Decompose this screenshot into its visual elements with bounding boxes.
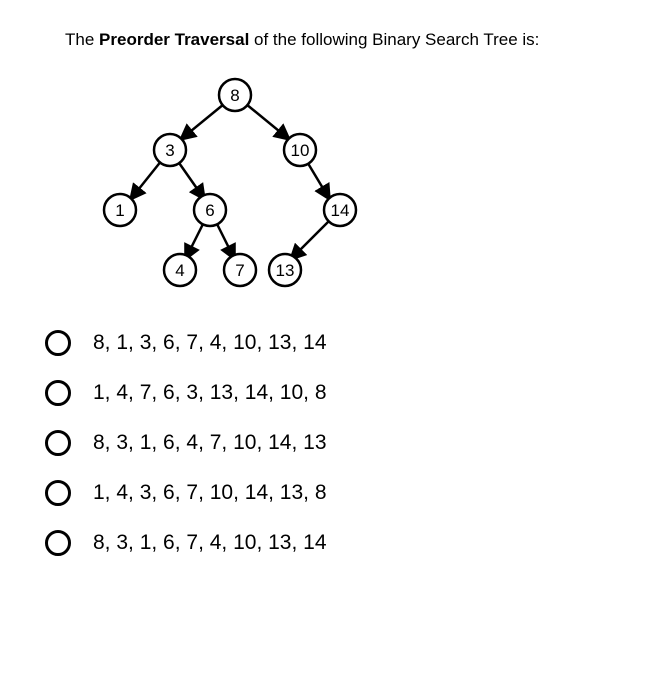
question-container: The Preorder Traversal of the following …	[0, 0, 660, 600]
option-label: 1, 4, 3, 6, 7, 10, 14, 13, 8	[93, 481, 327, 505]
node-7: 7	[224, 254, 256, 286]
prompt-pre: The	[65, 30, 99, 49]
node-6: 6	[194, 194, 226, 226]
node-10: 10	[284, 134, 316, 166]
svg-text:3: 3	[165, 141, 174, 160]
option-4[interactable]: 8, 3, 1, 6, 7, 4, 10, 13, 14	[45, 530, 620, 556]
node-4: 4	[164, 254, 196, 286]
node-13: 13	[269, 254, 301, 286]
option-label: 8, 3, 1, 6, 4, 7, 10, 14, 13	[93, 431, 327, 455]
radio-icon[interactable]	[45, 380, 71, 406]
node-14: 14	[324, 194, 356, 226]
svg-text:1: 1	[115, 201, 124, 220]
radio-icon[interactable]	[45, 530, 71, 556]
radio-icon[interactable]	[45, 430, 71, 456]
option-0[interactable]: 8, 1, 3, 6, 7, 4, 10, 13, 14	[45, 330, 620, 356]
option-1[interactable]: 1, 4, 7, 6, 3, 13, 14, 10, 8	[45, 380, 620, 406]
answer-options: 8, 1, 3, 6, 7, 4, 10, 13, 14 1, 4, 7, 6,…	[45, 330, 620, 556]
option-3[interactable]: 1, 4, 3, 6, 7, 10, 14, 13, 8	[45, 480, 620, 506]
radio-icon[interactable]	[45, 330, 71, 356]
node-3: 3	[154, 134, 186, 166]
svg-text:14: 14	[331, 201, 350, 220]
svg-text:10: 10	[291, 141, 310, 160]
svg-text:6: 6	[205, 201, 214, 220]
option-label: 1, 4, 7, 6, 3, 13, 14, 10, 8	[93, 381, 327, 405]
question-prompt: The Preorder Traversal of the following …	[65, 30, 620, 50]
option-2[interactable]: 8, 3, 1, 6, 4, 7, 10, 14, 13	[45, 430, 620, 456]
tree-svg: 8 3 10 1 6 14	[95, 70, 375, 305]
prompt-post: of the following Binary Search Tree is:	[249, 30, 539, 49]
tree-diagram: 8 3 10 1 6 14	[95, 70, 375, 305]
radio-icon[interactable]	[45, 480, 71, 506]
svg-text:4: 4	[175, 261, 184, 280]
svg-text:7: 7	[235, 261, 244, 280]
node-8: 8	[219, 79, 251, 111]
prompt-bold: Preorder Traversal	[99, 30, 249, 49]
svg-text:8: 8	[230, 86, 239, 105]
node-1: 1	[104, 194, 136, 226]
option-label: 8, 3, 1, 6, 7, 4, 10, 13, 14	[93, 531, 327, 555]
option-label: 8, 1, 3, 6, 7, 4, 10, 13, 14	[93, 331, 327, 355]
svg-text:13: 13	[276, 261, 295, 280]
